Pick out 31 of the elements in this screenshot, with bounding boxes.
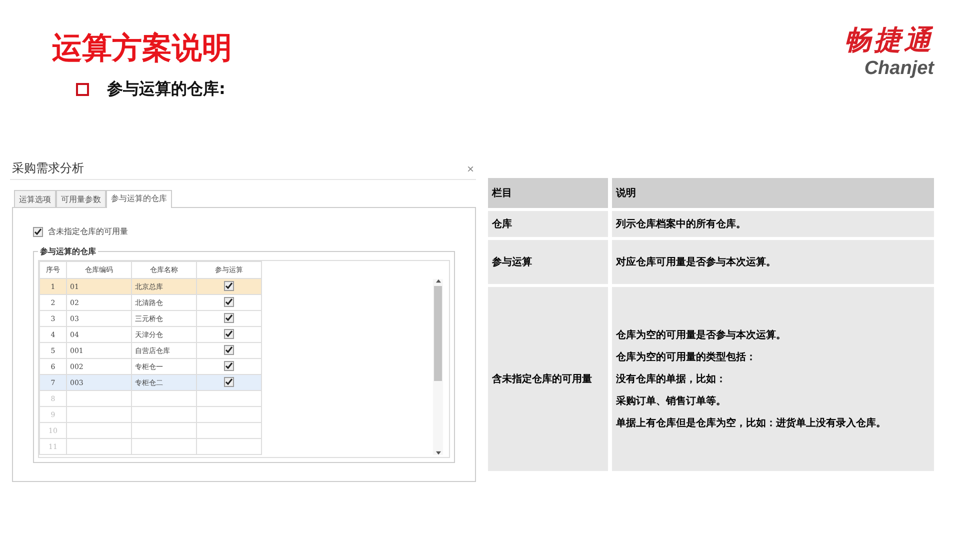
dialog-title: 采购需求分析 [12,160,84,177]
scroll-up-icon[interactable] [436,279,440,283]
checkbox[interactable] [224,280,234,290]
logo-text: 畅捷通 [844,24,934,58]
tab[interactable]: 参与运算的仓库 [106,190,172,208]
bullet-text: 参与运算的仓库: [107,79,226,100]
checkbox[interactable] [224,376,234,386]
checkbox[interactable] [224,344,234,354]
tab[interactable]: 运算选项 [14,190,56,207]
logo-subtext: Chanjet [864,58,934,80]
checkbox[interactable] [224,360,234,370]
table-cell: 仓库为空的可用量是否参与本次运算。 仓库为空的可用量的类型包括： 没有仓库的单据，比如： 采购订单、销售订单等。 单据上有仓库但是仓库为空，比如：进货单上没有录入仓库。 [612,287,934,471]
scroll-down-icon[interactable] [436,451,440,455]
slide-title: 运算方案说明 [52,30,232,68]
column-header: 说明 [612,178,934,208]
checkbox[interactable] [33,226,43,236]
checkbox[interactable] [224,328,234,338]
checkbox[interactable] [224,312,234,322]
checkbox-label: 含未指定仓库的可用量 [48,226,128,237]
table-cell: 参与运算 [488,240,608,284]
bullet-icon [76,83,89,96]
table-cell: 列示仓库档案中的所有仓库。 [612,211,934,237]
group-title: 参与运算的仓库 [38,246,98,257]
tab[interactable]: 可用量参数 [56,190,106,207]
close-button[interactable]: × [464,162,476,176]
checkbox[interactable] [224,296,234,306]
column-header: 栏目 [488,178,608,208]
scrollbar[interactable] [433,279,443,455]
table-cell: 对应仓库可用量是否参与本次运算。 [612,240,934,284]
table-cell: 仓库 [488,211,608,237]
table-cell: 含未指定仓库的可用量 [488,287,608,471]
